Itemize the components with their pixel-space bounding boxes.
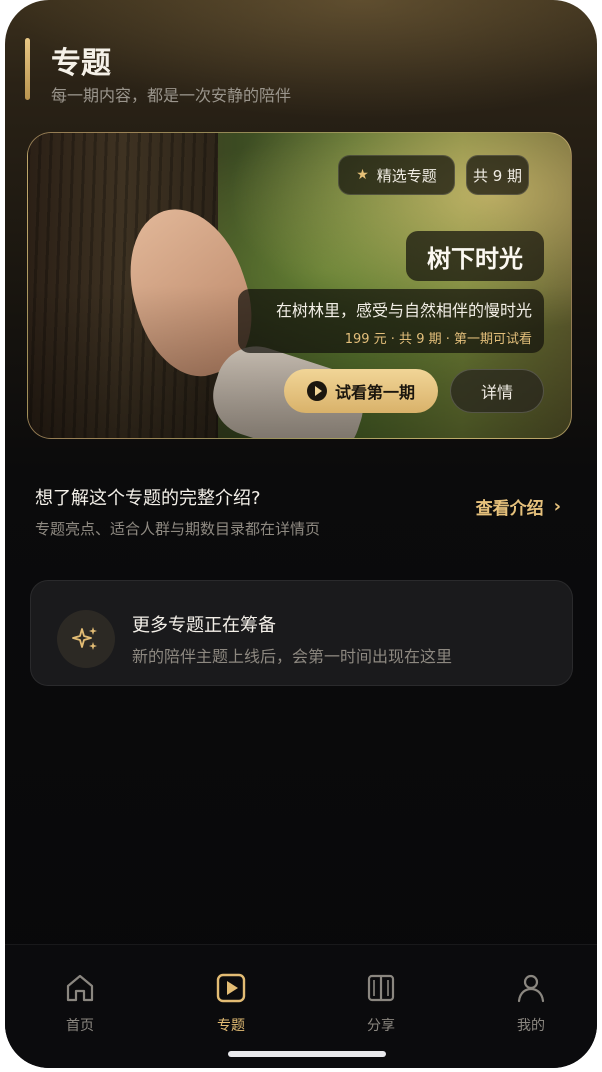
- star-icon: ★: [356, 167, 369, 183]
- coming-soon-subtitle: 新的陪伴主题上线后，会第一时间出现在这里: [132, 647, 453, 666]
- topic-meta: 199 元 · 共 9 期 · 第一期可试看: [344, 332, 532, 347]
- coming-soon-title: 更多专题正在筹备: [132, 615, 276, 636]
- tab-home[interactable]: 首页: [40, 971, 120, 1037]
- trial-button-label: 试看第一期: [334, 383, 415, 402]
- tab-share-label: 分享: [367, 1018, 395, 1034]
- book-icon: [367, 974, 395, 1002]
- home-indicator[interactable]: [228, 1051, 386, 1057]
- play-square-icon: [216, 973, 246, 1003]
- sparkles-icon: [57, 610, 115, 668]
- tab-home-label: 首页: [66, 1018, 94, 1034]
- topic-description: 在树林里，感受与自然相伴的慢时光: [275, 301, 532, 320]
- play-icon: [306, 381, 327, 401]
- intro-subtitle: 专题亮点、适合人群与期数目录都在详情页: [35, 520, 321, 538]
- chevron-right-icon: ›: [553, 496, 561, 517]
- tab-topics[interactable]: 专题: [191, 971, 271, 1037]
- page-title: 专题: [51, 46, 111, 81]
- intro-section: 想了解这个专题的完整介绍? 专题亮点、适合人群与期数目录都在详情页 查看介绍 ›: [35, 484, 575, 544]
- page-subtitle: 每一期内容，都是一次安静的陪伴: [51, 86, 292, 105]
- bottom-tab-bar: 首页 专题 分享 我的: [5, 944, 597, 1068]
- episode-count-chip: 共 9 期: [466, 155, 529, 195]
- title-accent-bar: [25, 38, 30, 100]
- detail-button[interactable]: 详情: [450, 369, 544, 413]
- user-icon: [517, 974, 545, 1003]
- detail-button-label: 详情: [480, 383, 513, 402]
- tab-share[interactable]: 分享: [341, 971, 421, 1037]
- intro-question: 想了解这个专题的完整介绍?: [35, 488, 261, 509]
- featured-chip-label: 精选专题: [376, 166, 437, 185]
- tab-mine-label: 我的: [517, 1018, 545, 1034]
- tab-topics-label: 专题: [217, 1018, 245, 1034]
- topic-title: 树下时光: [406, 231, 544, 281]
- coming-soon-card: 更多专题正在筹备 新的陪伴主题上线后，会第一时间出现在这里: [30, 580, 573, 686]
- home-icon: [66, 974, 94, 1002]
- episode-count-label: 共 9 期: [472, 166, 523, 185]
- featured-topic-card[interactable]: ★ 精选专题 共 9 期 树下时光 在树林里，感受与自然相伴的慢时光 199 元…: [27, 132, 572, 439]
- topic-description-box: 在树林里，感受与自然相伴的慢时光 199 元 · 共 9 期 · 第一期可试看: [238, 289, 544, 353]
- view-intro-link[interactable]: 查看介绍 ›: [476, 494, 561, 519]
- view-intro-label: 查看介绍: [475, 499, 544, 519]
- app-screen: 专题 每一期内容，都是一次安静的陪伴 ★ 精选专题 共 9 期 树下时光 在树林…: [5, 0, 597, 1068]
- trial-first-episode-button[interactable]: 试看第一期: [284, 369, 438, 413]
- featured-chip: ★ 精选专题: [338, 155, 455, 195]
- tab-mine[interactable]: 我的: [491, 971, 571, 1037]
